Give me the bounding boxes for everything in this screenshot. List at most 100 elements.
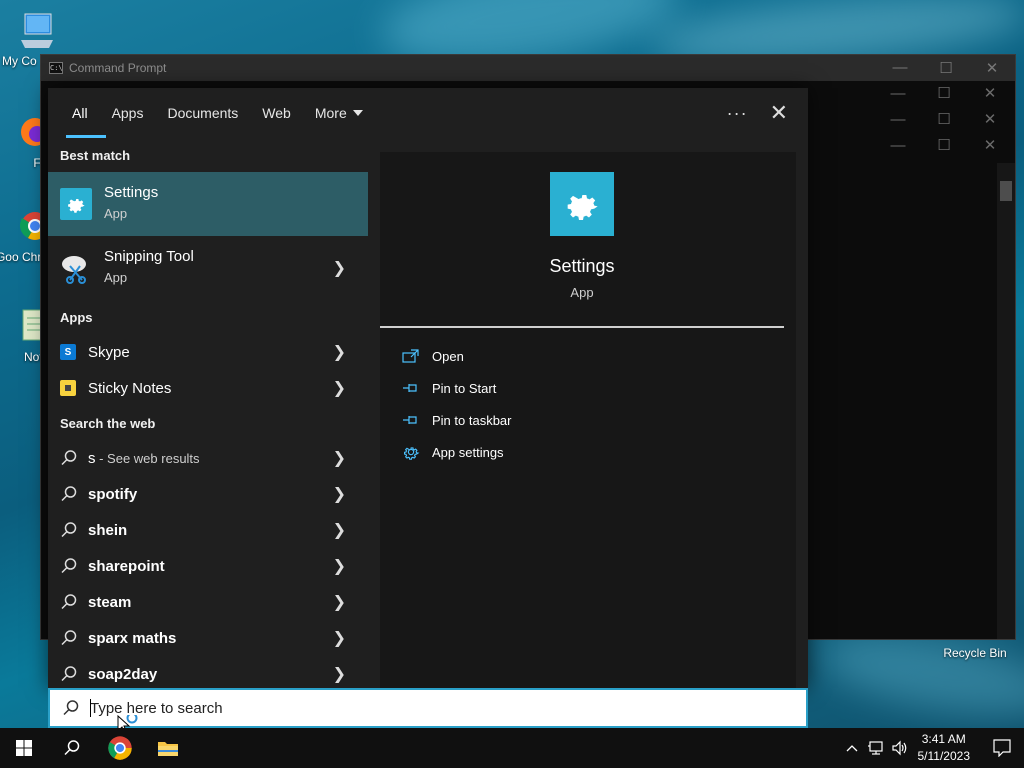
section-apps: Apps (60, 310, 93, 325)
section-best-match: Best match (60, 148, 131, 163)
maximize-icon[interactable]: ☐ (921, 107, 967, 133)
gear-icon (60, 188, 92, 220)
minimize-icon[interactable]: — (875, 81, 921, 107)
network-icon[interactable] (864, 740, 888, 756)
taskbar-clock[interactable]: 3:41 AM 5/11/2023 (918, 731, 971, 765)
cmd-title: Command Prompt (69, 61, 167, 75)
tab-more[interactable]: More (303, 88, 375, 138)
chevron-right-icon[interactable]: ❯ (333, 520, 346, 540)
system-tray: 3:41 AM 5/11/2023 (840, 728, 1024, 768)
web-result[interactable]: s - See web results ❯ (48, 440, 368, 476)
result-name: Settings (104, 184, 159, 201)
search-icon (61, 630, 77, 646)
maximize-icon[interactable]: ☐ (921, 133, 967, 159)
windows-logo-icon (16, 740, 32, 756)
search-input[interactable] (90, 699, 690, 717)
cmd-scrollbar[interactable] (997, 163, 1015, 639)
action-open[interactable]: Open (380, 340, 796, 372)
taskbar-search-button[interactable] (48, 728, 96, 768)
close-icon[interactable]: ✕ (770, 100, 788, 126)
chevron-right-icon[interactable]: ❯ (333, 592, 346, 612)
tab-all[interactable]: All (60, 88, 106, 138)
search-tabs: All Apps Documents Web More ··· ✕ (48, 88, 808, 138)
chevron-right-icon[interactable]: ❯ (333, 448, 346, 468)
caret-down-icon (352, 110, 363, 116)
detail-header: Settings App (380, 152, 784, 328)
maximize-icon[interactable]: ☐ (921, 81, 967, 107)
computer-icon (17, 10, 57, 50)
action-pin-to-taskbar[interactable]: Pin to taskbar (380, 404, 796, 436)
close-icon[interactable]: ✕ (967, 133, 1013, 159)
minimize-icon[interactable]: — (875, 107, 921, 133)
taskbar-search-box[interactable] (48, 688, 808, 728)
search-icon (63, 700, 79, 716)
chrome-icon (108, 736, 132, 760)
chevron-up-icon[interactable] (840, 744, 864, 752)
chevron-right-icon[interactable]: ❯ (333, 484, 346, 504)
web-query: shein (88, 521, 128, 539)
chevron-right-icon[interactable]: ❯ (333, 378, 346, 398)
web-result[interactable]: sharepoint ❯ (48, 548, 368, 584)
result-settings[interactable]: Settings App (48, 172, 368, 236)
web-query: sharepoint (88, 557, 165, 575)
action-center-button[interactable] (980, 728, 1024, 768)
results-list: Best match Settings App Snipping Tool Ap… (48, 138, 368, 688)
minimize-icon[interactable]: — (875, 133, 921, 159)
search-icon (61, 666, 77, 682)
web-query: sparx maths (88, 629, 177, 647)
skype-icon: S (60, 344, 76, 360)
tab-apps[interactable]: Apps (100, 88, 156, 138)
volume-icon[interactable] (888, 740, 912, 756)
result-name: Sticky Notes (88, 379, 172, 397)
chevron-right-icon[interactable]: ❯ (333, 664, 346, 684)
taskbar-file-explorer[interactable] (144, 728, 192, 768)
close-icon[interactable]: ✕ (967, 81, 1013, 107)
result-name: Skype (88, 343, 130, 361)
chevron-right-icon[interactable]: ❯ (333, 258, 346, 278)
minimize-icon[interactable]: — (877, 59, 923, 77)
result-type: App (104, 206, 128, 221)
web-result[interactable]: spotify ❯ (48, 476, 368, 512)
pin-icon (403, 416, 417, 424)
search-icon (61, 486, 77, 502)
open-icon (402, 349, 419, 363)
web-result[interactable]: soap2day ❯ (48, 656, 368, 692)
result-sticky-notes[interactable]: Sticky Notes ❯ (48, 370, 368, 406)
tab-web[interactable]: Web (250, 88, 303, 138)
search-icon (61, 558, 77, 574)
close-icon[interactable]: ✕ (969, 59, 1015, 77)
start-button[interactable] (0, 728, 48, 768)
action-pin-to-start[interactable]: Pin to Start (380, 372, 796, 404)
notification-icon (993, 739, 1011, 757)
tab-documents[interactable]: Documents (155, 88, 250, 138)
web-query-suffix: - See web results (95, 450, 200, 466)
result-snipping-tool[interactable]: Snipping Tool App ❯ (48, 236, 368, 300)
start-search-panel: All Apps Documents Web More ··· ✕ Best m… (48, 88, 808, 688)
web-result[interactable]: sparx maths ❯ (48, 620, 368, 656)
web-result[interactable]: shein ❯ (48, 512, 368, 548)
close-icon[interactable]: ✕ (967, 107, 1013, 133)
result-type: App (104, 270, 128, 285)
web-result[interactable]: steam ❯ (48, 584, 368, 620)
more-options-icon[interactable]: ··· (727, 103, 748, 124)
chevron-right-icon[interactable]: ❯ (333, 556, 346, 576)
search-icon (64, 740, 80, 756)
cmd-titlebar[interactable]: C:\ Command Prompt — ☐ ✕ (41, 55, 1015, 81)
chevron-right-icon[interactable]: ❯ (333, 628, 346, 648)
result-name: Snipping Tool (104, 248, 194, 265)
taskbar-chrome[interactable] (96, 728, 144, 768)
sticky-notes-icon (60, 380, 76, 396)
gear-icon (403, 447, 420, 460)
chevron-right-icon[interactable]: ❯ (333, 342, 346, 362)
text-caret (90, 699, 91, 717)
snipping-tool-icon (60, 252, 92, 284)
section-search-web: Search the web (60, 416, 156, 431)
web-query: s (88, 449, 96, 467)
folder-icon (158, 742, 178, 756)
action-app-settings[interactable]: App settings (380, 436, 796, 468)
web-query: steam (88, 593, 132, 611)
result-skype[interactable]: S Skype ❯ (48, 334, 368, 370)
pin-icon (403, 384, 417, 392)
scrollbar-thumb[interactable] (1000, 181, 1012, 201)
maximize-icon[interactable]: ☐ (923, 59, 969, 77)
